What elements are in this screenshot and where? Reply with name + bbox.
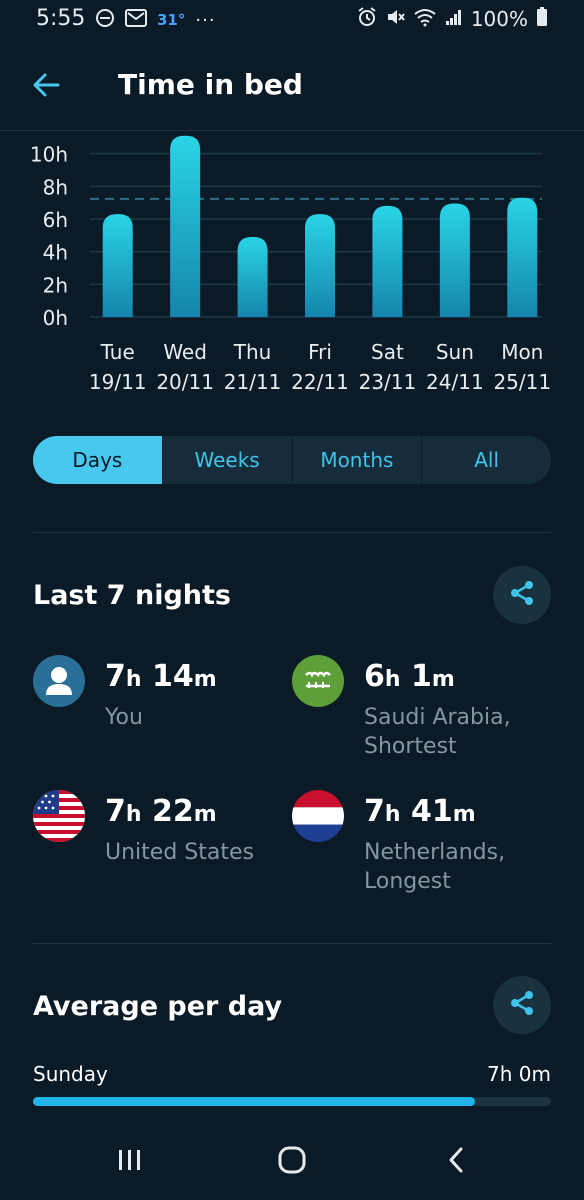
- stat-label: Saudi Arabia, Shortest: [364, 705, 511, 759]
- battery-icon: [536, 7, 548, 31]
- stat-label: You: [105, 705, 143, 730]
- status-left-icons: 31° ···: [95, 8, 216, 32]
- stat-label: Netherlands, Longest: [364, 840, 506, 894]
- navigation-bar: [0, 1120, 584, 1200]
- x-tick-label-day: Sun: [436, 340, 474, 364]
- y-tick-label: 4h: [43, 241, 68, 265]
- share-icon: [508, 989, 536, 1021]
- chart-bar[interactable]: [237, 236, 268, 317]
- range-selector: Days Weeks Months All: [33, 436, 551, 484]
- stat-value: 7h 41m: [364, 794, 476, 829]
- chart-svg: 0h 2h 4h 6h 8h 10h 12h Tue 19/11 Wed 20/11 Thu 21/11…: [30, 131, 551, 394]
- average-day-value: 7h 0m: [487, 1062, 551, 1086]
- y-tick-label: 10h: [30, 143, 68, 167]
- average-progress-bar: [33, 1097, 551, 1106]
- signal-icon: [445, 8, 463, 30]
- average-row: Sunday 7h 0m: [33, 1062, 551, 1092]
- wifi-icon: [413, 7, 437, 31]
- y-tick-label: 0h: [43, 306, 68, 330]
- x-tick-label-date: 24/11: [426, 370, 484, 394]
- netherlands-flag-icon: [292, 790, 344, 842]
- range-option-months[interactable]: Months: [291, 436, 422, 484]
- share-icon: [508, 579, 536, 611]
- chart-bar[interactable]: [170, 135, 201, 317]
- x-tick-label-date: 20/11: [156, 370, 214, 394]
- us-flag-icon: [33, 790, 85, 842]
- status-more: ···: [195, 9, 216, 31]
- share-average-button[interactable]: [493, 976, 551, 1034]
- saudi-arabia-flag-icon: [292, 655, 344, 707]
- y-tick-label: 6h: [43, 208, 68, 232]
- y-tick-label: 8h: [43, 175, 68, 199]
- x-tick-label-day: Thu: [233, 340, 272, 364]
- user-avatar-icon: [33, 655, 85, 707]
- home-icon[interactable]: [262, 1140, 322, 1180]
- stat-value: 6h 1m: [364, 659, 455, 694]
- range-option-weeks[interactable]: Weeks: [161, 436, 292, 484]
- do-not-disturb-icon: [95, 8, 115, 32]
- x-tick-label-date: 19/11: [89, 370, 147, 394]
- section-divider: [33, 943, 551, 944]
- x-tick-label-date: 25/11: [493, 370, 551, 394]
- stat-value: 7h 14m: [105, 659, 217, 694]
- y-tick-label: 12h: [30, 131, 68, 134]
- chart-bar[interactable]: [439, 203, 470, 317]
- page-title: Time in bed: [118, 68, 303, 101]
- average-day-label: Sunday: [33, 1062, 108, 1086]
- last-nights-title: Last 7 nights: [33, 580, 231, 611]
- chart-bar[interactable]: [102, 214, 133, 317]
- app-header: Time in bed: [0, 50, 584, 122]
- x-tick-label-day: Mon: [501, 340, 543, 364]
- section-divider: [33, 532, 551, 533]
- x-tick-label-day: Tue: [100, 340, 135, 364]
- status-battery: 100%: [470, 7, 528, 31]
- x-tick-label-date: 22/11: [291, 370, 349, 394]
- status-temperature: 31°: [157, 11, 186, 29]
- arrow-left-icon[interactable]: [30, 68, 64, 102]
- back-icon[interactable]: [426, 1140, 486, 1180]
- average-progress-fill: [33, 1097, 475, 1106]
- chart-bar[interactable]: [507, 197, 538, 317]
- x-tick-label-day: Wed: [163, 340, 207, 364]
- gmail-icon: [125, 9, 147, 31]
- alarm-icon: [357, 7, 377, 31]
- status-bar: 5:55 31° ··· 100%: [0, 0, 584, 40]
- chart-bar[interactable]: [305, 214, 335, 317]
- share-last-nights-button[interactable]: [493, 566, 551, 624]
- stat-value: 7h 22m: [105, 794, 217, 829]
- x-tick-label-date: 21/11: [224, 370, 282, 394]
- stat-label: United States: [105, 840, 254, 865]
- x-tick-label-date: 23/11: [359, 370, 417, 394]
- status-right-icons: 100%: [357, 7, 548, 31]
- range-option-all[interactable]: All: [421, 436, 551, 484]
- time-in-bed-chart: 0h 2h 4h 6h 8h 10h 12h Tue 19/11 Wed 20/11 Thu 21/11…: [0, 131, 584, 401]
- status-time: 5:55: [36, 6, 86, 31]
- x-tick-label-day: Sat: [371, 340, 404, 364]
- average-per-day-title: Average per day: [33, 991, 283, 1022]
- x-tick-label-day: Fri: [308, 340, 332, 364]
- y-tick-label: 2h: [43, 273, 68, 297]
- mute-icon: [385, 7, 405, 31]
- range-option-days[interactable]: Days: [33, 436, 162, 484]
- chart-bar[interactable]: [372, 205, 403, 317]
- recent-apps-icon[interactable]: [100, 1140, 160, 1180]
